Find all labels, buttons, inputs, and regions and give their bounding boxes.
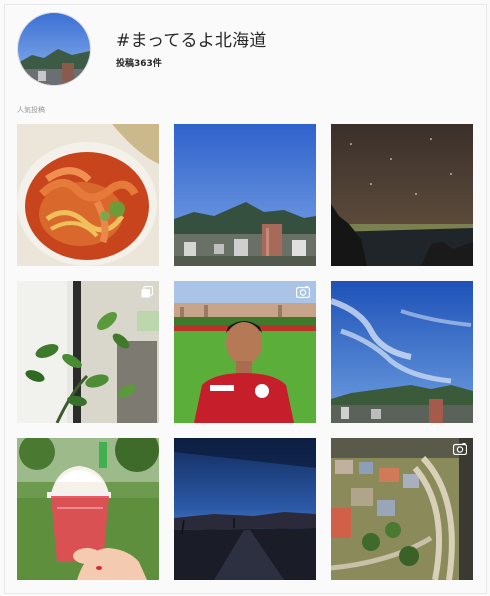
post-thumbnail-city-mountain[interactable] [174,124,316,266]
hashtag-header: #まってるよ北海道 投稿363件 [17,12,477,86]
video-icon [296,286,310,298]
post-thumbnail-night-sky[interactable] [331,124,473,266]
video-icon [453,443,467,455]
multiple-photos-icon [141,286,153,298]
top-posts-label: 人気投稿 [17,106,45,114]
hashtag-title: #まってるよ北海道 [116,31,267,51]
post-count: 投稿363件 [116,59,162,69]
post-thumbnail-ramen[interactable] [17,124,159,266]
post-thumbnail-sunset-road[interactable] [174,438,316,580]
post-thumbnail-blue-sky[interactable] [331,281,473,423]
hashtag-avatar[interactable] [17,12,91,86]
post-thumbnail-shaved-ice[interactable] [17,438,159,580]
post-thumbnail-plant[interactable] [17,281,159,423]
post-thumbnail-model-railway[interactable] [331,438,473,580]
post-thumbnail-soccer-player[interactable] [174,281,316,423]
